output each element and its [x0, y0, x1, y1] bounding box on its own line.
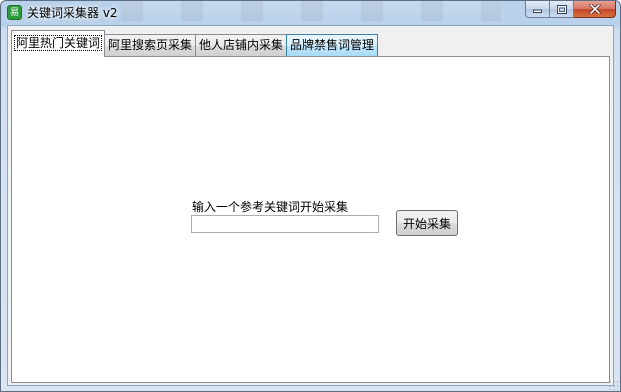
- caption-buttons: [525, 1, 616, 19]
- maximize-icon: [556, 4, 567, 14]
- tab-brand-banned-words[interactable]: 品牌禁售词管理: [286, 34, 379, 57]
- window-title: 关键词采集器 v2: [27, 6, 118, 20]
- keyword-input[interactable]: [191, 215, 379, 233]
- minimize-icon: [533, 9, 542, 13]
- start-collect-button[interactable]: 开始采集: [396, 210, 458, 236]
- tab-label: 他人店铺内采集: [199, 38, 284, 52]
- tab-strip: 阿里热门关键词 阿里搜索页采集 他人店铺内采集 品牌禁售词管理: [11, 30, 379, 57]
- titlebar[interactable]: 易 关键词采集器 v2: [1, 1, 620, 25]
- app-icon[interactable]: 易: [7, 5, 22, 20]
- tab-search-page-collect[interactable]: 阿里搜索页采集: [104, 34, 197, 57]
- close-icon: [589, 4, 600, 14]
- app-window: 易 关键词采集器 v2 阿里热门关键词 阿里搜索页采集 他人店铺内采集 品牌禁售…: [0, 0, 621, 392]
- keyword-prompt-label: 输入一个参考关键词开始采集: [192, 200, 349, 214]
- tab-other-store-collect[interactable]: 他人店铺内采集: [195, 34, 288, 57]
- maximize-button[interactable]: [550, 1, 574, 18]
- tab-label: 阿里搜索页采集: [108, 38, 193, 52]
- minimize-button[interactable]: [525, 1, 550, 18]
- close-button[interactable]: [574, 1, 616, 18]
- tab-hot-keywords[interactable]: 阿里热门关键词: [11, 30, 106, 57]
- tab-label: 阿里热门关键词: [14, 35, 103, 51]
- resize-grip[interactable]: [608, 380, 618, 390]
- tab-label: 品牌禁售词管理: [290, 38, 375, 52]
- tab-panel-hot-keywords: 输入一个参考关键词开始采集 开始采集: [11, 56, 610, 383]
- client-area: 阿里热门关键词 阿里搜索页采集 他人店铺内采集 品牌禁售词管理 输入一个参考关键…: [7, 25, 614, 386]
